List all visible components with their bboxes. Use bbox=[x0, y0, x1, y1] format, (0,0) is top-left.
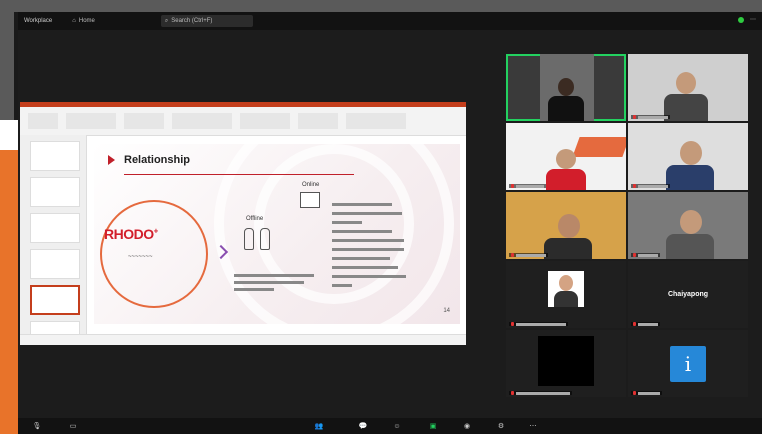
mic-muted-icon bbox=[511, 391, 514, 395]
slide-thumbnail[interactable] bbox=[30, 177, 80, 207]
meeting-toolbar: 🎙 ▭ 👥 💬 ☺ ▣ ◉ ⚙ ⋯ bbox=[18, 418, 762, 434]
share-screen-icon[interactable]: ▣ bbox=[428, 421, 438, 431]
brand-logo: RHODO+ bbox=[104, 226, 158, 242]
participant-name bbox=[631, 115, 670, 119]
participant-tile[interactable] bbox=[506, 330, 626, 397]
person-icon bbox=[244, 228, 254, 250]
video-icon[interactable]: ▭ bbox=[68, 421, 78, 431]
participant-tile[interactable]: i bbox=[628, 330, 748, 397]
background-window-edge bbox=[0, 0, 14, 130]
participant-tile[interactable] bbox=[506, 261, 626, 328]
slide-thumbnail[interactable] bbox=[30, 141, 80, 171]
chat-icon[interactable]: 💬 bbox=[358, 421, 368, 431]
slide-thumbnail-selected[interactable] bbox=[30, 285, 80, 315]
apps-icon[interactable]: ⚙ bbox=[496, 421, 506, 431]
mic-muted-icon bbox=[633, 253, 636, 257]
info-avatar-icon: i bbox=[670, 345, 706, 382]
slide-thumbnail[interactable] bbox=[30, 249, 80, 279]
participant-tile[interactable] bbox=[628, 192, 748, 259]
powerpoint-ribbon bbox=[20, 107, 466, 136]
participant-tile[interactable] bbox=[506, 54, 626, 121]
shared-screen: Relationship RHODO+ ~~~~~~~ Offline Onli… bbox=[20, 102, 466, 345]
participant-tile[interactable] bbox=[506, 192, 626, 259]
search-icon: ⌕ bbox=[164, 17, 169, 24]
participant-tile[interactable]: Chaiyapong bbox=[628, 261, 748, 328]
mic-muted-icon bbox=[633, 322, 636, 326]
brand-circle bbox=[100, 200, 208, 308]
slide-thumbnail[interactable] bbox=[30, 213, 80, 243]
participant-name bbox=[509, 184, 546, 188]
slide-thumbnail[interactable] bbox=[30, 321, 80, 335]
mute-icon[interactable]: 🎙 bbox=[32, 421, 42, 431]
online-list bbox=[332, 200, 406, 287]
title-arrow-icon bbox=[108, 155, 115, 165]
search-placeholder: Search (Ctrl+F) bbox=[171, 18, 213, 24]
mic-muted-icon bbox=[511, 184, 514, 188]
more-options-icon[interactable]: ⋯ bbox=[528, 421, 538, 431]
participant-name bbox=[631, 391, 662, 395]
participant-name bbox=[631, 253, 660, 257]
mic-muted-icon bbox=[633, 391, 636, 395]
meeting-window: Workplace ⌂ Home ⌕ Search (Ctrl+F) ⋯ Rel… bbox=[18, 12, 762, 434]
brand-tagline: ~~~~~~~ bbox=[128, 254, 153, 260]
slide-title: Relationship bbox=[124, 154, 191, 166]
slide-thumbnails bbox=[20, 135, 87, 335]
status-dot-icon bbox=[738, 16, 744, 23]
background-orange-panel bbox=[0, 150, 18, 434]
home-button[interactable]: ⌂ Home bbox=[72, 18, 95, 24]
mic-muted-icon bbox=[511, 322, 514, 326]
offline-label: Offline bbox=[246, 216, 264, 222]
participant-tile[interactable] bbox=[628, 123, 748, 190]
participant-name bbox=[631, 322, 660, 326]
slide-page-number: 14 bbox=[443, 308, 450, 314]
participant-tile[interactable] bbox=[628, 54, 748, 121]
reactions-icon[interactable]: ☺ bbox=[392, 421, 402, 431]
search-box[interactable]: ⌕ Search (Ctrl+F) bbox=[160, 15, 253, 27]
mic-muted-icon bbox=[633, 115, 636, 119]
mic-muted-icon bbox=[633, 184, 636, 188]
offline-caption bbox=[234, 272, 324, 291]
title-rule bbox=[124, 174, 354, 175]
window-status: ⋯ bbox=[738, 16, 756, 23]
online-label: Online bbox=[302, 182, 320, 188]
app-label: Workplace bbox=[24, 18, 53, 24]
participant-name bbox=[631, 184, 670, 188]
participant-display-name: Chaiyapong bbox=[667, 291, 709, 298]
background-panel bbox=[0, 120, 18, 150]
participant-name bbox=[509, 322, 568, 326]
home-icon: ⌂ bbox=[72, 18, 76, 24]
participants-icon[interactable]: 👥 bbox=[314, 421, 324, 431]
person-icon bbox=[260, 228, 270, 250]
mic-muted-icon bbox=[511, 253, 514, 257]
background-window-strip bbox=[0, 0, 762, 12]
record-icon[interactable]: ◉ bbox=[462, 421, 472, 431]
slide-canvas: Relationship RHODO+ ~~~~~~~ Offline Onli… bbox=[94, 144, 460, 324]
participant-tile[interactable] bbox=[506, 123, 626, 190]
title-bar: Workplace ⌂ Home ⌕ Search (Ctrl+F) ⋯ bbox=[18, 12, 762, 30]
home-label: Home bbox=[78, 18, 95, 24]
laptop-icon bbox=[300, 192, 320, 208]
participant-name bbox=[509, 391, 572, 395]
participant-name bbox=[509, 253, 548, 257]
more-icon[interactable]: ⋯ bbox=[750, 16, 756, 23]
powerpoint-statusbar bbox=[20, 334, 466, 345]
